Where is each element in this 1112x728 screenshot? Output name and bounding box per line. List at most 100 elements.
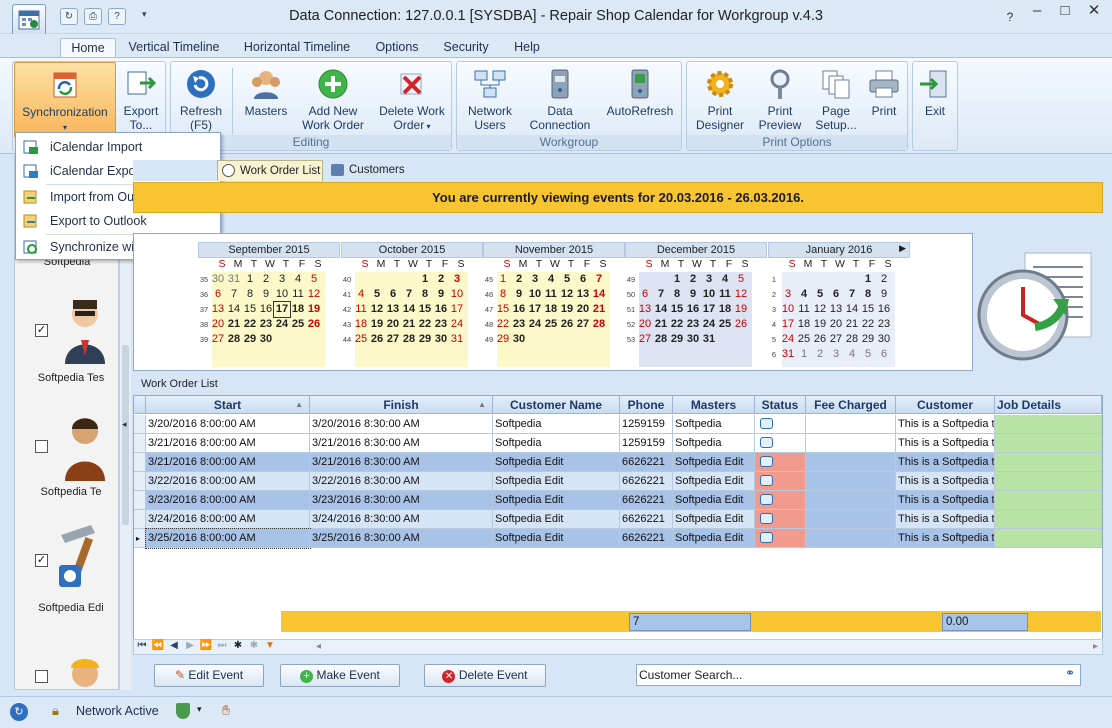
calendar-day[interactable]: 15 [417,302,433,317]
table-cell[interactable] [806,491,896,510]
tab-vertical-timeline[interactable]: Vertical Timeline [124,38,224,58]
calendar-day[interactable]: 27 [575,317,591,332]
calendar-day[interactable]: 29 [860,332,876,347]
tab-help[interactable]: Help [508,38,546,58]
table-cell[interactable]: Softpedia Edit [673,491,755,510]
calendar-day[interactable] [780,272,796,287]
calendar-day[interactable]: 24 [527,317,543,332]
row-indicator[interactable] [134,491,146,510]
calendar-day[interactable]: 7 [844,287,860,302]
calendar-day[interactable]: 6 [637,287,653,302]
calendar-day[interactable]: 7 [401,287,417,302]
table-cell[interactable] [995,434,1102,453]
table-cell[interactable]: This is a Softpedia te [896,510,995,529]
calendar-day[interactable]: 4 [717,272,733,287]
calendar-day[interactable]: 2 [433,272,449,287]
calendar-day[interactable]: 26 [559,317,575,332]
calendar-day[interactable]: 7 [591,272,607,287]
calendar-day[interactable]: 12 [812,302,828,317]
calendar-day[interactable]: 4 [796,287,812,302]
calendar-day[interactable]: 23 [433,317,449,332]
table-cell[interactable] [995,529,1102,548]
hand-icon[interactable]: ✋︎ [222,702,230,719]
table-cell[interactable] [995,453,1102,472]
calendar-day[interactable]: 24 [274,317,290,332]
calendar-day[interactable]: 29 [495,332,511,347]
calendar-day[interactable]: 1 [242,272,258,287]
calendar-day[interactable]: 22 [495,317,511,332]
table-row[interactable]: 3/21/2016 8:00:00 AM 3/21/2016 8:30:00 AM… [134,453,1102,472]
prev-page-icon[interactable]: ⏪ [150,640,166,651]
calendar-day[interactable]: 28 [401,332,417,347]
next-month-arrow-icon[interactable]: ▶ [899,243,906,254]
table-cell[interactable] [806,434,896,453]
table-cell[interactable]: Softpedia Edit [493,510,620,529]
network-users-button[interactable]: Network Users [462,68,518,132]
calendar-day[interactable]: 5 [306,272,322,287]
calendar-day[interactable]: 18 [796,317,812,332]
table-cell[interactable] [755,491,806,510]
calendar-day[interactable] [527,332,543,347]
calendar-day[interactable]: 5 [733,272,749,287]
row-indicator[interactable]: ▸ [134,529,146,548]
calendar-day[interactable]: 30 [876,332,892,347]
calendar-day[interactable]: 1 [860,272,876,287]
row-indicator[interactable] [134,453,146,472]
calendar-day[interactable]: 20 [828,317,844,332]
lock-icon[interactable]: 🔒︎ [52,703,59,719]
calendar-day[interactable] [717,332,733,347]
calendar-day[interactable]: 10 [449,287,465,302]
calendar-day[interactable]: 10 [780,302,796,317]
refresh-button[interactable]: Refresh (F5) [176,68,226,132]
calendar-day[interactable]: 1 [796,347,812,362]
calendar-day[interactable]: 4 [543,272,559,287]
table-row[interactable]: 3/21/2016 8:00:00 AM 3/21/2016 8:30:00 AM… [134,434,1102,453]
calendar-day[interactable]: 23 [258,317,274,332]
calendar-day[interactable]: 3 [449,272,465,287]
calendar-day[interactable]: 18 [290,302,306,317]
calendar-day[interactable]: 3 [780,287,796,302]
calendar-day[interactable]: 2 [876,272,892,287]
tab-horizontal-timeline[interactable]: Horizontal Timeline [238,38,356,58]
data-connection-button[interactable]: Data Connection [526,68,594,132]
minimize-button[interactable]: – [1024,0,1050,22]
calendar-day[interactable]: 21 [653,317,669,332]
calendar-day[interactable]: 25 [290,317,306,332]
table-cell[interactable]: 3/20/2016 8:30:00 AM [310,415,493,434]
maximize-button[interactable]: □ [1052,0,1078,22]
calendar-day[interactable]: 31 [449,332,465,347]
table-cell[interactable]: 3/24/2016 8:30:00 AM [310,510,493,529]
menu-icalendar-import[interactable]: iCalendar Import [16,135,220,159]
calendar-day[interactable]: 18 [353,317,369,332]
master-checkbox-3[interactable]: ✓ [35,554,48,567]
tab-options[interactable]: Options [370,38,424,58]
calendar-day[interactable]: 18 [717,302,733,317]
calendar-day[interactable]: 11 [543,287,559,302]
calendar-day[interactable]: 29 [669,332,685,347]
insert-record-icon[interactable]: ✱ [230,640,246,651]
row-indicator[interactable] [134,415,146,434]
calendar-day[interactable]: 27 [210,332,226,347]
calendar-day[interactable] [828,272,844,287]
calendar-day[interactable]: 17 [701,302,717,317]
table-cell[interactable]: Softpedia Edit [673,453,755,472]
calendar-day[interactable]: 9 [433,287,449,302]
calendar-day[interactable]: 30 [433,332,449,347]
table-cell[interactable]: Softpedia [493,415,620,434]
table-cell[interactable]: 3/21/2016 8:30:00 AM [310,434,493,453]
calendar-day[interactable] [844,272,860,287]
table-cell[interactable]: 3/22/2016 8:00:00 AM [146,472,310,491]
print-designer-button[interactable]: Print Designer [692,68,748,132]
table-row[interactable]: ▸ 3/25/2016 8:00:00 AM 3/25/2016 8:30:00 A… [134,528,1102,549]
table-cell[interactable]: Softpedia Edit [673,529,755,548]
status-refresh-icon[interactable]: ↻ [10,703,28,721]
table-cell[interactable]: Softpedia Edit [493,472,620,491]
calendar-day[interactable]: 21 [226,317,242,332]
next-record-icon[interactable]: ▶ [182,640,198,651]
calendar-day[interactable]: 28 [653,332,669,347]
calendar-day[interactable] [591,332,607,347]
master-checkbox-5[interactable] [35,670,48,683]
calendar-day[interactable]: 17 [780,317,796,332]
table-cell[interactable]: Softpedia Edit [673,510,755,529]
calendar-day[interactable]: 14 [653,302,669,317]
